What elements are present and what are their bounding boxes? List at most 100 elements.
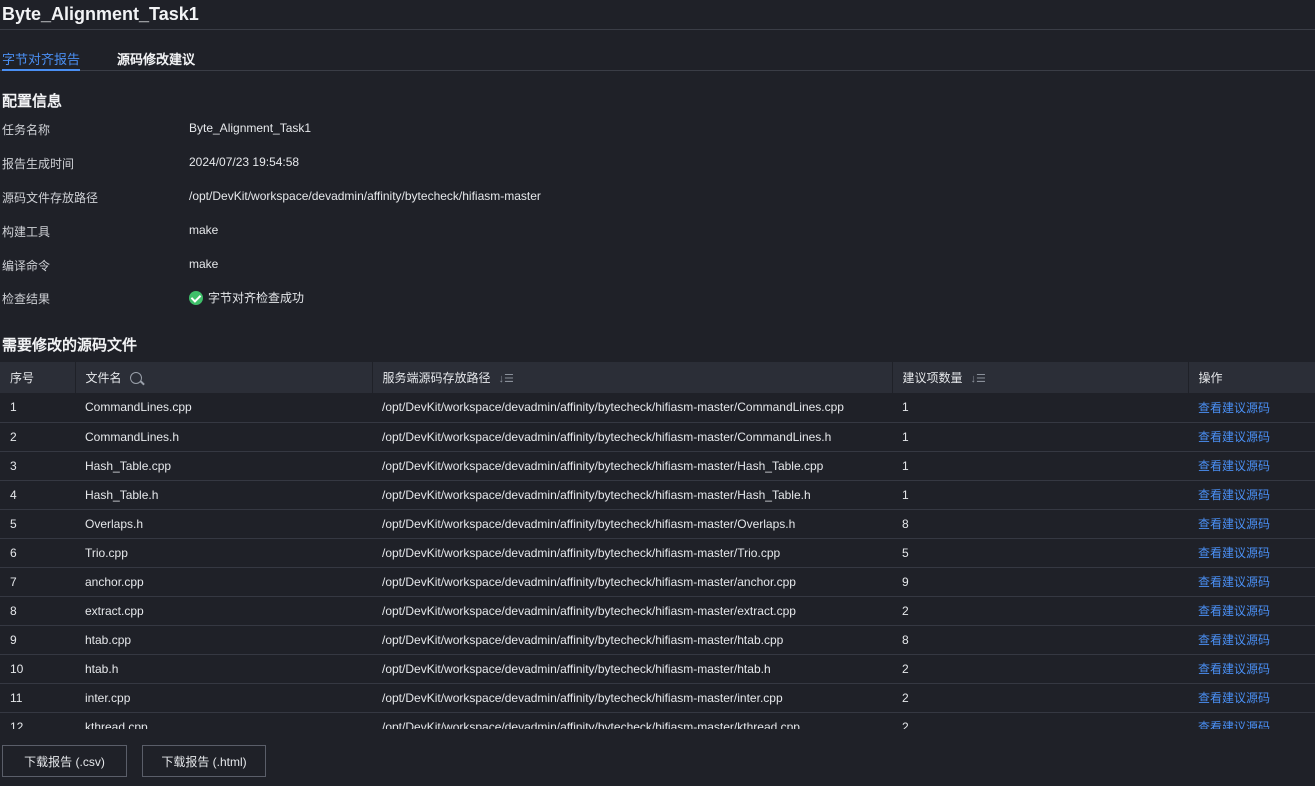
search-icon[interactable] (129, 372, 142, 384)
row-suggestion-count-cell: 1 (892, 480, 1188, 509)
row-path-cell: /opt/DevKit/workspace/devadmin/affinity/… (372, 596, 892, 625)
row-index: 6 (10, 545, 17, 560)
row-index: 3 (10, 458, 17, 473)
check-result-text: 字节对齐检查成功 (208, 291, 305, 305)
page-title: Byte_Alignment_Task1 (2, 4, 199, 24)
view-suggestion-link[interactable]: 查看建议源码 (1198, 691, 1270, 705)
view-suggestion-link-cell: 查看建议源码 (1188, 451, 1315, 480)
check-circle-icon (189, 290, 203, 305)
row-filename-cell: CommandLines.cpp (75, 393, 372, 422)
table-row: 1 CommandLines.cpp/opt/DevKit/workspace/d… (0, 393, 1315, 422)
row-suggestion-count: 1 (902, 429, 909, 444)
files-table-container[interactable]: 序号 文件名 服务端源码存放路径 ↓☰ 建议项数量 ↓☰ 操作 1 CommandLi… (0, 362, 1315, 729)
view-suggestion-link[interactable]: 查看建议源码 (1198, 633, 1270, 647)
row-filename: kthread.cpp (85, 719, 148, 730)
files-table-body: 1 CommandLines.cpp/opt/DevKit/workspace/d… (0, 393, 1315, 729)
row-filename-cell: CommandLines.h (75, 422, 372, 451)
view-suggestion-link-cell: 查看建议源码 (1188, 393, 1315, 422)
row-suggestion-count: 2 (902, 603, 909, 618)
column-header-index: 序号 (0, 362, 76, 393)
table-row: 8 extract.cpp/opt/DevKit/workspace/devadm… (0, 596, 1315, 625)
view-suggestion-link[interactable]: 查看建议源码 (1198, 720, 1270, 729)
config-row-report-time: 报告生成时间 2024/07/23 19:54:58 (2, 155, 902, 171)
row-filename: Hash_Table.h (85, 487, 159, 502)
row-filename-cell: inter.cpp (75, 683, 372, 712)
row-index-cell: 11 (0, 683, 75, 712)
row-path-cell: /opt/DevKit/workspace/devadmin/affinity/… (372, 480, 892, 509)
view-suggestion-link[interactable]: 查看建议源码 (1198, 459, 1270, 473)
row-index: 11 (10, 690, 23, 705)
sort-icon[interactable]: ↓☰ (499, 372, 514, 385)
row-suggestion-count-cell: 1 (892, 393, 1188, 422)
row-suggestion-count-cell: 9 (892, 567, 1188, 596)
row-suggestion-count-cell: 8 (892, 509, 1188, 538)
row-filename-cell: kthread.cpp (75, 712, 372, 730)
view-suggestion-link-cell: 查看建议源码 (1188, 509, 1315, 538)
row-filename: inter.cpp (85, 690, 131, 705)
row-index-cell: 5 (0, 509, 75, 538)
row-index-cell: 10 (0, 654, 75, 683)
row-filename-cell: Trio.cpp (75, 538, 372, 567)
row-path: /opt/DevKit/workspace/devadmin/affinity/… (382, 661, 771, 676)
view-suggestion-link-cell: 查看建议源码 (1188, 480, 1315, 509)
view-suggestion-link-cell: 查看建议源码 (1188, 712, 1315, 729)
view-suggestion-link[interactable]: 查看建议源码 (1198, 430, 1270, 444)
view-suggestion-link[interactable]: 查看建议源码 (1198, 662, 1270, 676)
config-row-task-name: 任务名称 Byte_Alignment_Task1 (2, 121, 902, 137)
config-value: 2024/07/23 19:54:58 (189, 155, 300, 169)
row-path: /opt/DevKit/workspace/devadmin/affinity/… (382, 400, 844, 415)
row-filename-cell: htab.cpp (75, 625, 372, 654)
row-suggestion-count: 2 (902, 719, 909, 730)
column-label: 操作 (1198, 371, 1223, 385)
row-filename: extract.cpp (85, 603, 144, 618)
row-index-cell: 7 (0, 567, 75, 596)
view-suggestion-link-cell: 查看建议源码 (1188, 422, 1315, 451)
view-suggestion-link[interactable]: 查看建议源码 (1198, 604, 1270, 618)
view-suggestion-link[interactable]: 查看建议源码 (1198, 546, 1270, 560)
column-header-action: 操作 (1188, 362, 1315, 393)
view-suggestion-link-cell: 查看建议源码 (1188, 567, 1315, 596)
row-path-cell: /opt/DevKit/workspace/devadmin/affinity/… (372, 422, 892, 451)
download-html-button[interactable]: 下载报告 (.html) (142, 745, 266, 777)
row-suggestion-count-cell: 2 (892, 596, 1188, 625)
tab-byte-alignment-report[interactable]: 字节对齐报告 (2, 49, 81, 71)
row-index-cell: 9 (0, 625, 75, 654)
row-suggestion-count-cell: 8 (892, 625, 1188, 654)
config-value: make (189, 257, 219, 271)
view-suggestion-link[interactable]: 查看建议源码 (1198, 517, 1270, 531)
table-row: 10 htab.h/opt/DevKit/workspace/devadmin/a… (0, 654, 1315, 683)
files-section-title: 需要修改的源码文件 (2, 337, 138, 354)
view-suggestion-link-cell: 查看建议源码 (1188, 654, 1315, 683)
tab-source-suggestions[interactable]: 源码修改建议 (117, 49, 195, 68)
row-suggestion-count-cell: 1 (892, 422, 1188, 451)
sort-icon[interactable]: ↓☰ (971, 372, 986, 385)
row-suggestion-count-cell: 2 (892, 654, 1188, 683)
row-path: /opt/DevKit/workspace/devadmin/affinity/… (382, 545, 781, 560)
view-suggestion-link[interactable]: 查看建议源码 (1198, 488, 1270, 502)
files-table: 序号 文件名 服务端源码存放路径 ↓☰ 建议项数量 ↓☰ 操作 1 CommandLi… (0, 362, 1315, 729)
column-header-count: 建议项数量 ↓☰ (892, 362, 1189, 393)
column-label: 服务端源码存放路径 (382, 371, 491, 385)
column-label: 建议项数量 (902, 371, 963, 385)
view-suggestion-link-cell: 查看建议源码 (1188, 625, 1315, 654)
row-index-cell: 6 (0, 538, 75, 567)
row-filename-cell: Hash_Table.cpp (75, 451, 372, 480)
config-label: 任务名称 (2, 123, 51, 137)
download-csv-button[interactable]: 下载报告 (.csv) (2, 745, 127, 777)
row-index: 10 (10, 661, 24, 676)
row-path-cell: /opt/DevKit/workspace/devadmin/affinity/… (372, 654, 892, 683)
config-value: /opt/DevKit/workspace/devadmin/affinity/… (189, 189, 541, 203)
row-suggestion-count: 2 (902, 661, 909, 676)
view-suggestion-link[interactable]: 查看建议源码 (1198, 575, 1270, 589)
row-index-cell: 12 (0, 712, 75, 730)
row-path: /opt/DevKit/workspace/devadmin/affinity/… (382, 690, 783, 705)
config-row-build-tool: 构建工具 make (2, 223, 902, 239)
row-filename: anchor.cpp (85, 574, 144, 589)
row-filename: CommandLines.cpp (85, 400, 192, 415)
row-path-cell: /opt/DevKit/workspace/devadmin/affinity/… (372, 393, 892, 422)
check-result-value: 字节对齐检查成功 (189, 289, 304, 306)
row-path: /opt/DevKit/workspace/devadmin/affinity/… (382, 603, 796, 618)
column-label: 序号 (10, 371, 35, 385)
row-suggestion-count: 9 (902, 574, 909, 589)
view-suggestion-link[interactable]: 查看建议源码 (1198, 401, 1270, 415)
